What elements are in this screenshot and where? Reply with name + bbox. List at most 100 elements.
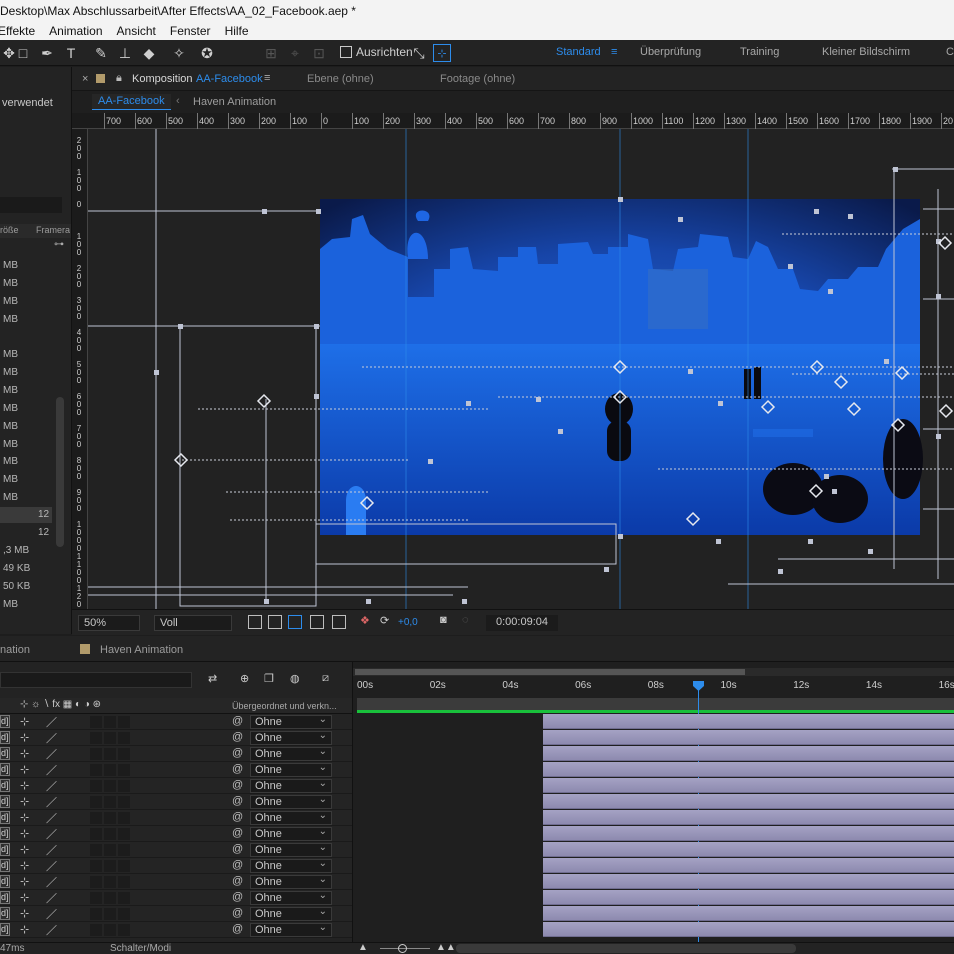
layer-row[interactable]: d] ⊹ ／ @ Ohne xyxy=(0,810,352,826)
layer-duration-bar[interactable] xyxy=(543,746,954,761)
layer-name[interactable]: d] xyxy=(0,795,10,808)
quality-slash-icon[interactable]: ／ xyxy=(46,874,57,890)
pick-whip-icon[interactable]: @ xyxy=(232,843,243,855)
project-item-size[interactable]: MB xyxy=(3,439,18,450)
zoom-select[interactable]: 50% xyxy=(78,615,140,631)
layer-duration-bar[interactable] xyxy=(543,810,954,825)
pick-whip-icon[interactable]: @ xyxy=(232,731,243,743)
switch-box[interactable] xyxy=(90,716,102,728)
switch-box[interactable] xyxy=(104,876,116,888)
quality-slash-icon[interactable]: ／ xyxy=(46,714,57,730)
quality-slash-icon[interactable]: ／ xyxy=(46,842,57,858)
transparency-grid-icon[interactable] xyxy=(268,615,282,629)
project-search-input[interactable] xyxy=(0,197,62,213)
menu-animation[interactable]: Animation xyxy=(49,22,110,40)
pen-tool-icon[interactable]: ✒ xyxy=(38,44,56,62)
layer-row[interactable]: d] ⊹ ／ @ Ohne xyxy=(0,906,352,922)
nav-comp-haven[interactable]: Haven Animation xyxy=(193,96,276,108)
layer-row[interactable]: d] ⊹ ／ @ Ohne xyxy=(0,794,352,810)
layer-duration-bar[interactable] xyxy=(543,890,954,905)
parent-select[interactable]: Ohne xyxy=(250,730,332,745)
anchor-icon[interactable]: ⊹ xyxy=(20,859,29,872)
switch-box[interactable] xyxy=(118,764,130,776)
switch-box[interactable] xyxy=(118,780,130,792)
roto-brush-icon[interactable]: ✧ xyxy=(170,44,188,62)
eraser-tool-icon[interactable]: ◆ xyxy=(140,44,158,62)
switch-box[interactable] xyxy=(118,908,130,920)
parent-select[interactable]: Ohne xyxy=(250,858,332,873)
quality-slash-icon[interactable]: ／ xyxy=(46,922,57,938)
switch-box[interactable] xyxy=(104,924,116,936)
switch-box[interactable] xyxy=(104,908,116,920)
axis-view-icon[interactable]: ⊡ xyxy=(310,44,328,62)
axis-world-icon[interactable]: ⌖ xyxy=(286,44,304,62)
switch-box[interactable] xyxy=(90,748,102,760)
layer-row[interactable]: d] ⊹ ／ @ Ohne xyxy=(0,746,352,762)
layer-row[interactable]: d] ⊹ ／ @ Ohne xyxy=(0,714,352,730)
layer-duration-bar[interactable] xyxy=(543,858,954,873)
timeline-tab-aa-facebook[interactable]: nation xyxy=(0,644,30,656)
menu-fenster[interactable]: Fenster xyxy=(170,22,219,40)
close-tab-icon[interactable]: × xyxy=(82,73,88,85)
project-item-size[interactable]: MB xyxy=(3,367,18,378)
layer-name[interactable]: d] xyxy=(0,779,10,792)
workspace-training[interactable]: Training xyxy=(740,46,779,58)
project-item-size[interactable]: MB xyxy=(3,403,18,414)
anchor-icon[interactable]: ⊹ xyxy=(20,795,29,808)
parent-select[interactable]: Ohne xyxy=(250,906,332,921)
switch-box[interactable] xyxy=(104,748,116,760)
layer-duration-bar[interactable] xyxy=(543,778,954,793)
project-item-size[interactable]: ,3 MB xyxy=(3,545,29,556)
parent-select[interactable]: Ohne xyxy=(250,746,332,761)
layer-row[interactable]: d] ⊹ ／ @ Ohne xyxy=(0,890,352,906)
pick-whip-icon[interactable]: @ xyxy=(232,779,243,791)
shy-layers-icon[interactable]: ❐ xyxy=(264,672,274,685)
playhead-handle[interactable] xyxy=(693,681,704,691)
quality-slash-icon[interactable]: ／ xyxy=(46,778,57,794)
timeline-tab-haven[interactable]: Haven Animation xyxy=(100,644,183,656)
zoom-in-icon[interactable]: ▲▲ xyxy=(436,942,456,953)
layer-duration-bar[interactable] xyxy=(543,714,954,729)
timeline-search-input[interactable] xyxy=(0,672,192,688)
layer-duration-bar[interactable] xyxy=(543,826,954,841)
workspace-menu-icon[interactable]: ≡ xyxy=(611,46,617,58)
layer-duration-bar[interactable] xyxy=(543,922,954,937)
exposure-value[interactable]: +0,0 xyxy=(398,617,418,628)
project-item-size[interactable]: MB xyxy=(3,260,18,271)
switch-box[interactable] xyxy=(104,828,116,840)
current-timecode[interactable]: 0:00:09:04 xyxy=(486,615,558,631)
anchor-icon[interactable]: ⊹ xyxy=(20,747,29,760)
viewer-canvas[interactable] xyxy=(88,129,954,609)
layer-row[interactable]: d] ⊹ ／ @ Ohne xyxy=(0,922,352,938)
pick-whip-icon[interactable]: @ xyxy=(232,891,243,903)
project-item-size[interactable]: MB xyxy=(3,349,18,360)
parent-select[interactable]: Ohne xyxy=(250,922,332,937)
snap-grid-icon[interactable]: ⊹ xyxy=(433,44,451,62)
layer-name[interactable]: d] xyxy=(0,747,10,760)
work-area-bar[interactable] xyxy=(357,698,954,710)
text-tool-icon[interactable]: T xyxy=(62,44,80,62)
quality-slash-icon[interactable]: ／ xyxy=(46,858,57,874)
layer-row[interactable]: d] ⊹ ／ @ Ohne xyxy=(0,762,352,778)
timeline-h-scrollbar[interactable] xyxy=(456,944,796,953)
switch-box[interactable] xyxy=(118,876,130,888)
layer-name[interactable]: d] xyxy=(0,715,10,728)
project-item-size[interactable]: MB xyxy=(3,492,18,503)
switch-box[interactable] xyxy=(118,812,130,824)
project-item-size[interactable]: 12 xyxy=(38,509,49,520)
pick-whip-icon[interactable]: @ xyxy=(232,827,243,839)
anchor-icon[interactable]: ⊹ xyxy=(20,763,29,776)
composition-tab-label[interactable]: Komposition xyxy=(132,73,193,85)
quality-slash-icon[interactable]: ／ xyxy=(46,826,57,842)
quality-slash-icon[interactable]: ／ xyxy=(46,810,57,826)
fast-preview-icon[interactable] xyxy=(248,615,262,629)
switch-box[interactable] xyxy=(118,716,130,728)
switch-box[interactable] xyxy=(90,780,102,792)
snapshot-icon[interactable]: ◙ xyxy=(440,614,447,626)
anchor-icon[interactable]: ⊹ xyxy=(20,827,29,840)
composition-viewer[interactable] xyxy=(88,129,954,609)
pick-whip-icon[interactable]: @ xyxy=(232,747,243,759)
workspace-small-screen[interactable]: Kleiner Bildschirm xyxy=(822,46,910,58)
color-channels-icon[interactable]: ❖ xyxy=(360,614,370,627)
switch-box[interactable] xyxy=(118,828,130,840)
